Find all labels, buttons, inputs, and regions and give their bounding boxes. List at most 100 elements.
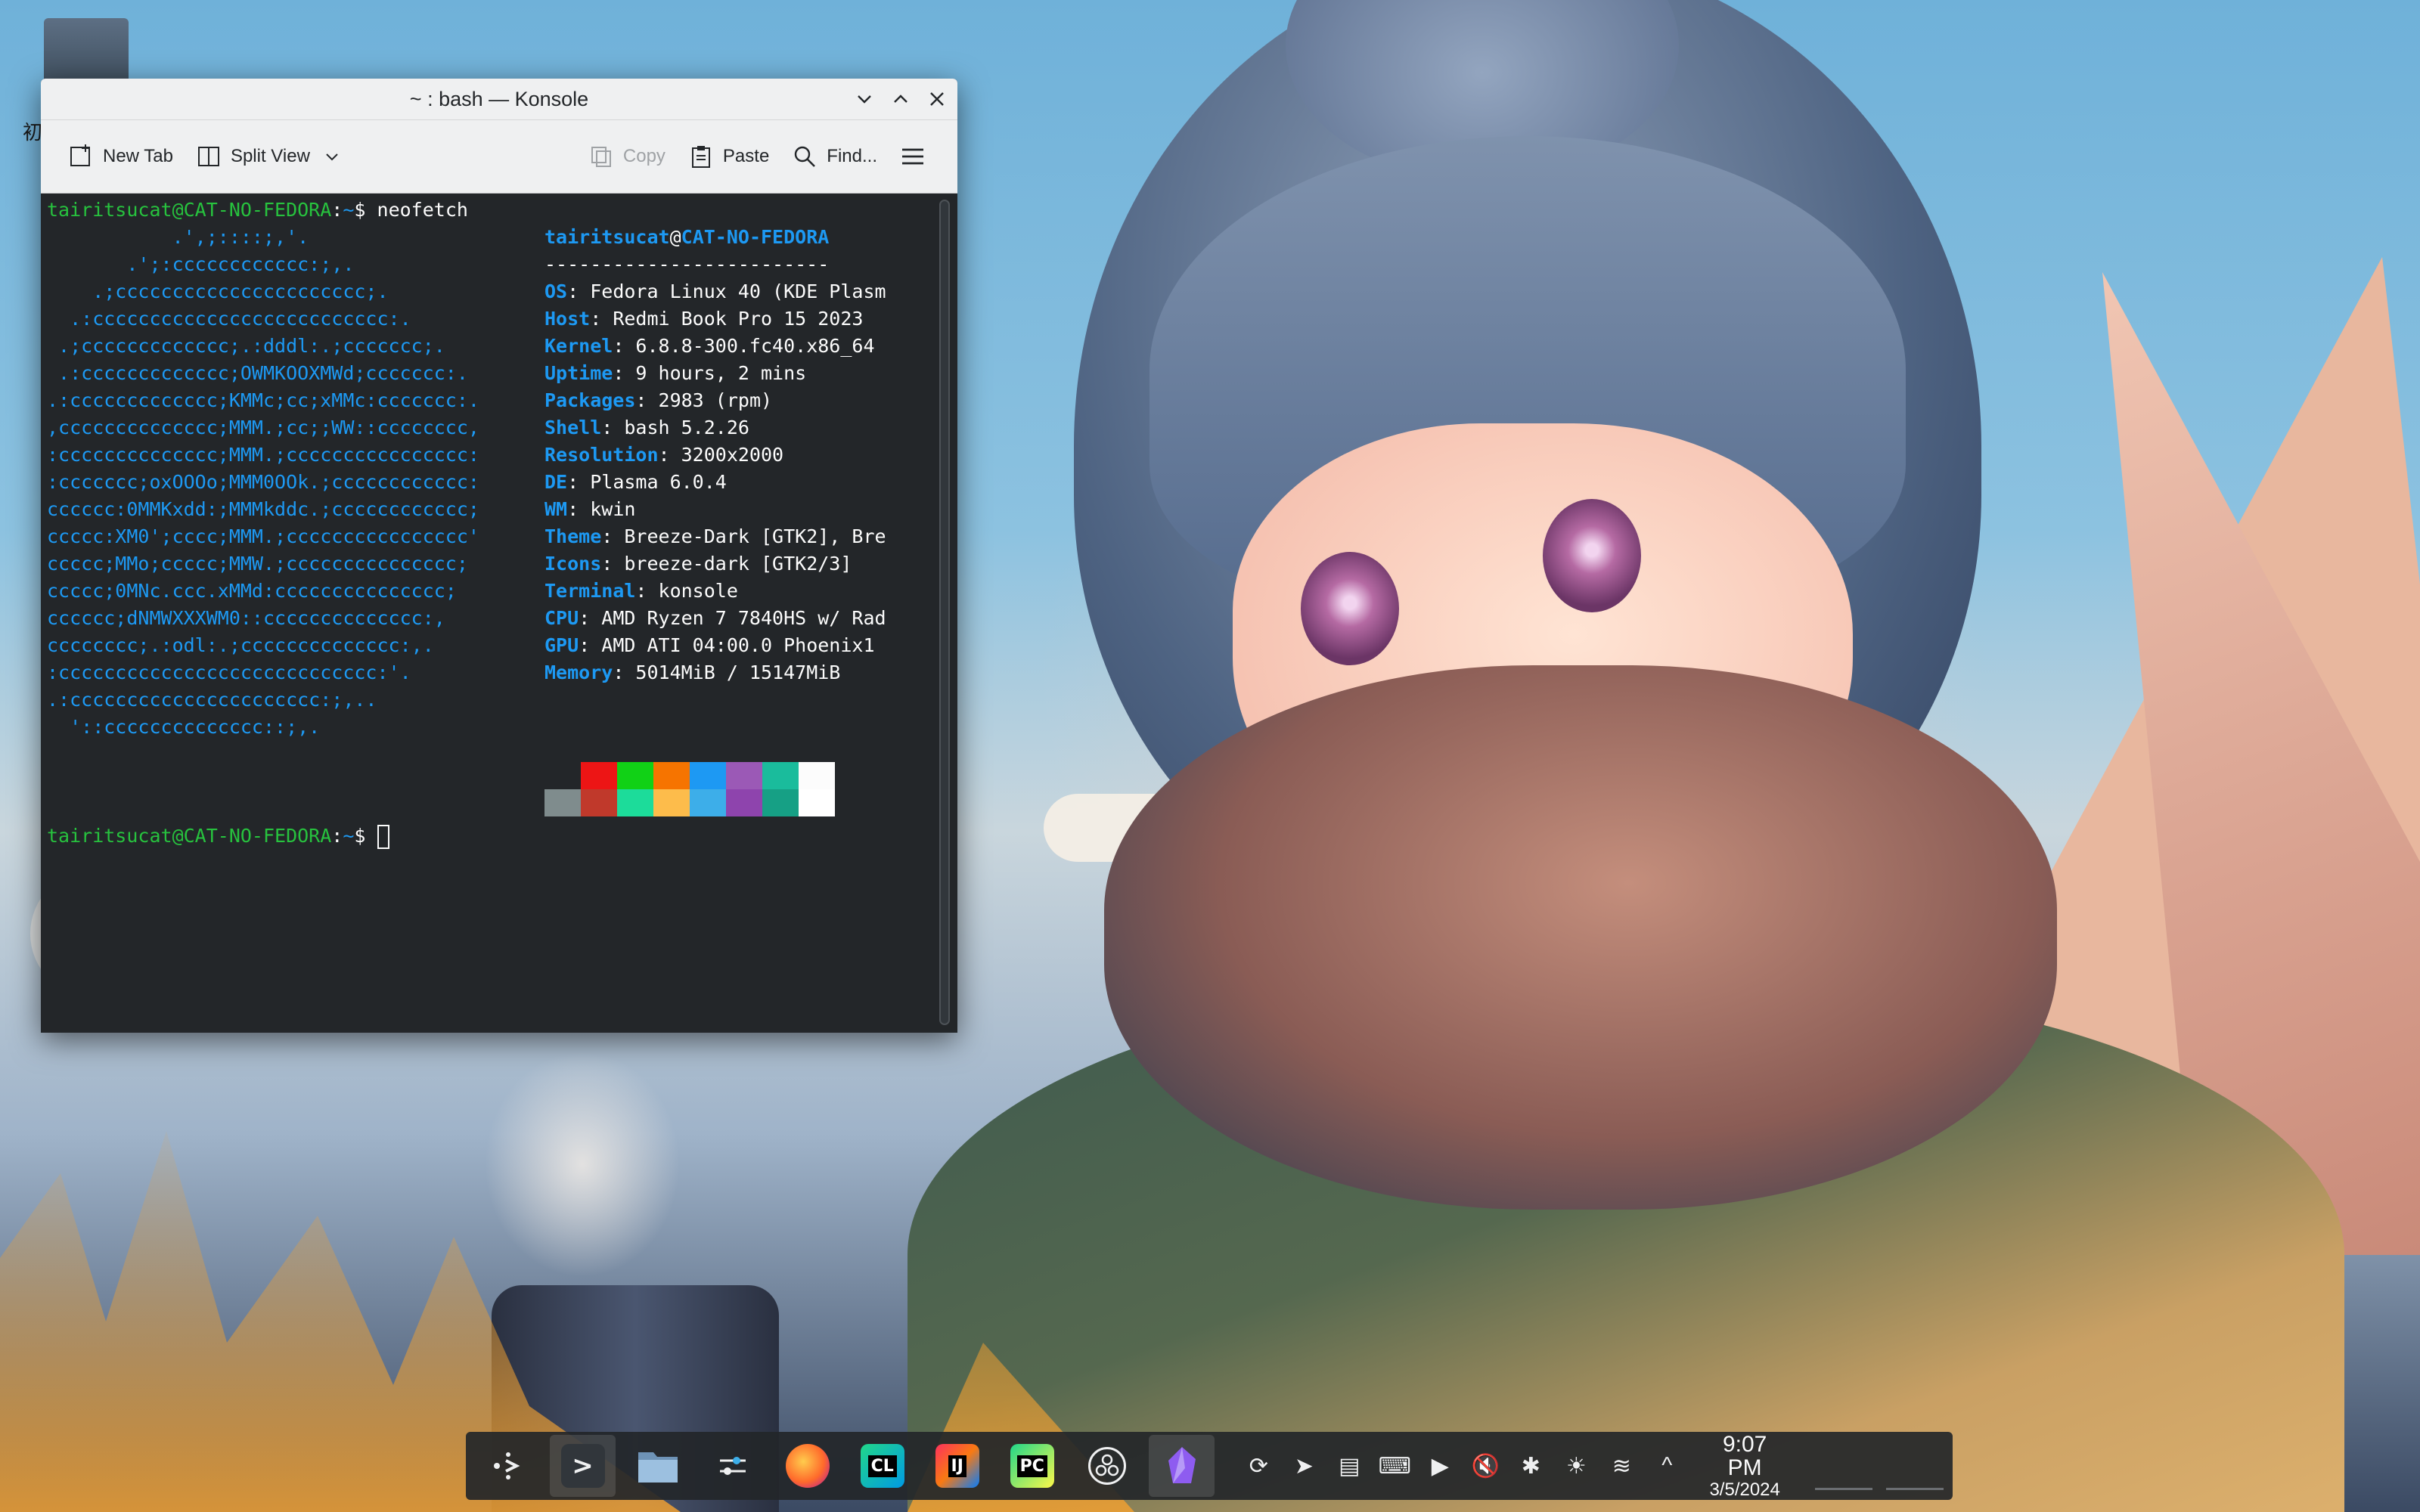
logo-line: :ccccccc;oxOOOo;MMM0OOk.;cccccccccccc: (47, 471, 479, 493)
info-row: Packages: 2983 (rpm) (544, 389, 773, 411)
chevron-up-icon[interactable]: ^ (1653, 1452, 1680, 1479)
logo-line: ccccc;0MNc.ccc.xMMd:ccccccccccccccc; (47, 580, 457, 602)
info-row: CPU: AMD Ryzen 7 7840HS w/ Rad (544, 607, 886, 629)
konsole-toolbar: New Tab Split View Copy Paste Find... (41, 120, 957, 194)
split-view-label: Split View (230, 146, 310, 166)
terminal-scrollbar[interactable] (939, 200, 950, 1025)
clipboard-icon[interactable]: ▤ (1336, 1452, 1363, 1479)
telegram-icon[interactable]: ➤ (1290, 1452, 1317, 1479)
color-swatch (726, 762, 762, 789)
color-swatch (799, 762, 835, 789)
info-row: Memory: 5014MiB / 15147MiB (544, 662, 841, 683)
logo-line: cccccc;dNMWXXXWM0::cccccccccccccc:, (47, 607, 445, 629)
typed-command: neofetch (377, 199, 468, 221)
konsole-window: ~ : bash — Konsole New Tab Split View Co… (41, 79, 957, 1033)
color-swatch (762, 762, 799, 789)
close-icon (930, 92, 944, 106)
taskbar-clion[interactable]: CL (849, 1435, 915, 1497)
taskbar-obs[interactable] (1074, 1435, 1140, 1497)
copy-icon (588, 144, 614, 169)
find-button[interactable]: Find... (783, 138, 886, 175)
logo-line: :cccccccccccccc;MMM.;cccccccccccccccc: (47, 444, 479, 466)
logo-line: ccccc;MMo;ccccc;MMW.;ccccccccccccccc; (47, 553, 468, 575)
terminal-area[interactable]: tairitsucat@CAT-NO-FEDORA:~$ neofetch .'… (41, 194, 957, 1033)
wifi-icon[interactable]: ≋ (1608, 1452, 1635, 1479)
hamburger-menu-button[interactable] (891, 138, 935, 175)
info-row: Terminal: konsole (544, 580, 738, 602)
info-row: Kernel: 6.8.8-300.fc40.x86_64 (544, 335, 875, 357)
find-label: Find... (827, 146, 877, 166)
logo-line: .';:cccccccccccc:;,. (47, 253, 355, 275)
logo-line: .;cccccccccccccccccccccc;. (47, 280, 389, 302)
paste-label: Paste (722, 146, 770, 166)
active-prompt: tairitsucat@CAT-NO-FEDORA:~$ (47, 823, 389, 850)
new-tab-button[interactable]: New Tab (59, 138, 182, 175)
obs-icon (1087, 1447, 1126, 1485)
new-tab-icon (68, 144, 94, 169)
media-player-icon[interactable]: ▶ (1426, 1452, 1454, 1479)
obsidian-icon (1160, 1444, 1204, 1488)
info-row: Uptime: 9 hours, 2 mins (544, 362, 807, 384)
maximize-button[interactable] (889, 88, 912, 110)
color-swatch (762, 789, 799, 816)
taskbar-firefox[interactable] (774, 1435, 840, 1497)
color-swatch (617, 762, 653, 789)
info-row: Host: Redmi Book Pro 15 2023 (544, 308, 864, 330)
folder-icon (636, 1444, 680, 1488)
text-cursor (377, 825, 389, 849)
minimize-button[interactable] (853, 88, 876, 110)
system-settings-icon (711, 1444, 755, 1488)
hamburger-menu-icon (900, 144, 926, 169)
volume-muted-icon[interactable]: 🔇 (1472, 1452, 1500, 1479)
paste-icon (688, 144, 714, 169)
color-swatch (690, 762, 726, 789)
pager-desktop-1[interactable] (1815, 1442, 1873, 1490)
logo-line: ,cccccccccccccc;MMM.;cc;;WW::cccccccc, (47, 417, 479, 438)
logo-line: cccccccc;.:odl:.;cccccccccccccc:,. (47, 634, 434, 656)
digital-clock[interactable]: 9:07 PM 3/5/2024 (1705, 1433, 1785, 1499)
keyboard-icon[interactable]: ⌨ (1379, 1452, 1411, 1479)
konsole-icon: > (560, 1444, 605, 1488)
info-row: OS: Fedora Linux 40 (KDE Plasm (544, 280, 886, 302)
pycharm-icon: PC (1010, 1444, 1054, 1488)
palette-row-bright (544, 789, 835, 816)
updates-icon[interactable]: ⟳ (1245, 1452, 1272, 1479)
color-swatch (653, 789, 690, 816)
close-button[interactable] (926, 88, 948, 110)
application-launcher-button[interactable] (475, 1435, 541, 1497)
taskbar-dolphin[interactable] (625, 1435, 690, 1497)
bluetooth-icon[interactable]: ✱ (1517, 1452, 1544, 1479)
split-view-icon (196, 144, 222, 169)
paste-button[interactable]: Paste (679, 138, 778, 175)
logo-line: .:ccccccccccccc;OWMKOOXMWd;ccccccc:. (47, 362, 468, 384)
taskbar-obsidian[interactable] (1149, 1435, 1215, 1497)
window-title: ~ : bash — Konsole (409, 87, 589, 110)
desktop-icon-label: 初 (23, 121, 43, 144)
kde-menu-icon (486, 1444, 530, 1488)
window-titlebar[interactable]: ~ : bash — Konsole (41, 79, 957, 120)
taskbar-konsole[interactable]: > (550, 1435, 616, 1497)
intellij-icon: IJ (935, 1444, 979, 1488)
clock-time: 9:07 PM (1722, 1431, 1767, 1481)
command-line: tairitsucat@CAT-NO-FEDORA:~$ neofetch (47, 199, 468, 221)
info-header: tairitsucat@CAT-NO-FEDORA (544, 226, 830, 248)
pager-desktop-2[interactable] (1886, 1442, 1944, 1490)
taskbar-intellij[interactable]: IJ (924, 1435, 990, 1497)
split-view-button[interactable]: Split View (187, 138, 354, 175)
new-tab-label: New Tab (103, 146, 173, 166)
taskbar: > CL IJ PC ⟳ ➤ ▤ ⌨ ▶ 🔇 ✱ ☀ ≋ ^ 9:07 PM 3… (466, 1432, 1953, 1500)
logo-line: .',;::::;,'. (47, 226, 309, 248)
color-swatch (581, 789, 617, 816)
color-swatch (544, 789, 581, 816)
show-desktop-button[interactable] (1815, 1442, 1944, 1490)
taskbar-system-settings[interactable] (700, 1435, 765, 1497)
logo-line: ccccc:XM0';cccc;MMM.;cccccccccccccccc' (47, 525, 479, 547)
taskbar-pycharm[interactable]: PC (999, 1435, 1065, 1497)
info-row: Icons: breeze-dark [GTK2/3] (544, 553, 852, 575)
brightness-icon[interactable]: ☀ (1562, 1452, 1590, 1479)
logo-line: '::cccccccccccccc::;,. (47, 716, 321, 738)
info-row: Shell: bash 5.2.26 (544, 417, 749, 438)
folder-icon[interactable] (44, 18, 129, 83)
chevron-up-icon (894, 94, 908, 103)
copy-button[interactable]: Copy (579, 138, 675, 175)
